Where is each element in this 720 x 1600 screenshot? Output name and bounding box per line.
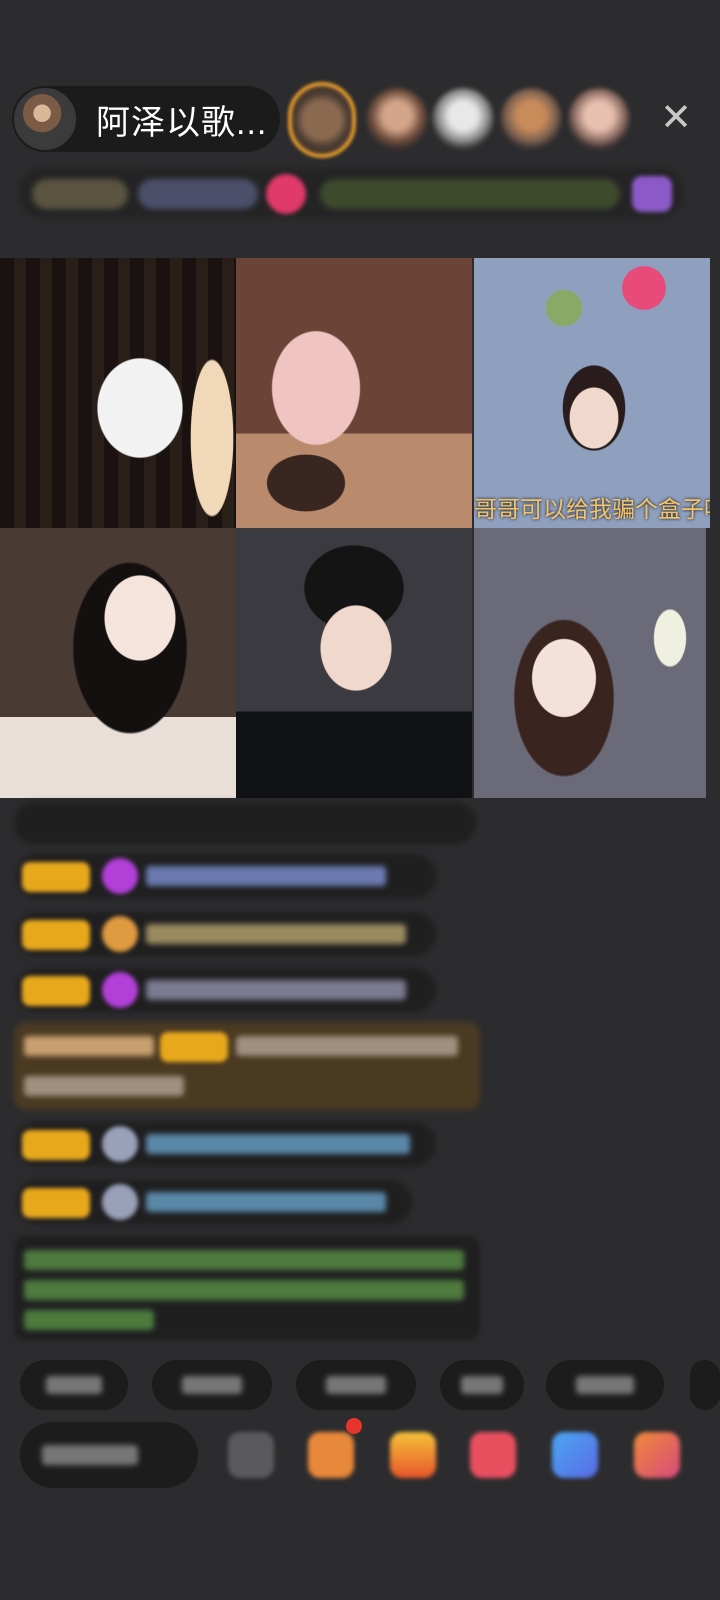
chat-text xyxy=(146,980,406,1000)
host-avatar[interactable] xyxy=(14,88,76,150)
notice-text xyxy=(24,1310,154,1330)
level-badge xyxy=(22,920,90,950)
gem-icon xyxy=(102,972,138,1008)
chat-input[interactable] xyxy=(20,1422,198,1488)
quick-reply-chip[interactable] xyxy=(440,1360,524,1410)
close-icon[interactable]: ✕ xyxy=(658,99,694,137)
level-badge xyxy=(22,976,90,1006)
quick-reply-chip[interactable] xyxy=(152,1360,272,1410)
notification-dot xyxy=(346,1418,362,1434)
chat-text xyxy=(146,924,406,944)
red-packet-icon[interactable] xyxy=(470,1432,516,1478)
quick-reply-chip[interactable] xyxy=(690,1360,720,1410)
stat-chip[interactable] xyxy=(32,179,128,209)
host-info-pill[interactable]: 阿泽以歌... xyxy=(12,86,280,152)
video-tile-3[interactable]: 哥哥可以给我骗个盒子吗 xyxy=(474,258,710,528)
medal-icon xyxy=(102,916,138,952)
video-tile-2[interactable] xyxy=(236,258,472,528)
chat-bubble-icon[interactable] xyxy=(552,1432,598,1478)
viewer-avatar[interactable] xyxy=(500,88,562,150)
host-name: 阿泽以歌... xyxy=(96,103,268,142)
video-tile-1[interactable] xyxy=(0,258,236,528)
heart-icon[interactable] xyxy=(266,174,306,214)
viewer-avatar[interactable] xyxy=(432,88,494,150)
video-tile-6[interactable] xyxy=(474,528,706,798)
more-icon[interactable] xyxy=(228,1432,274,1478)
chat-message xyxy=(14,802,476,844)
chat-text xyxy=(146,1192,386,1212)
chat-text xyxy=(236,1036,458,1056)
quick-reply-chip[interactable] xyxy=(20,1360,128,1410)
notice-text xyxy=(24,1250,464,1270)
viewer-avatar[interactable] xyxy=(366,88,428,150)
stat-chip[interactable] xyxy=(138,179,258,209)
chat-text xyxy=(146,866,386,886)
video-tile-4[interactable] xyxy=(0,528,236,798)
tile-caption: 哥哥可以给我骗个盒子吗 xyxy=(474,496,710,522)
chat-text xyxy=(24,1076,184,1096)
avatar-icon xyxy=(102,1126,138,1162)
gem-icon xyxy=(102,858,138,894)
viewer-avatar[interactable] xyxy=(568,88,630,150)
gift-icon[interactable] xyxy=(390,1432,436,1478)
level-badge xyxy=(22,1130,90,1160)
level-badge xyxy=(22,862,90,892)
quick-reply-chip[interactable] xyxy=(546,1360,664,1410)
rank-ticker[interactable] xyxy=(320,179,620,209)
chat-text xyxy=(24,1036,154,1056)
video-tile-5[interactable] xyxy=(236,528,472,798)
gift-box-icon[interactable] xyxy=(308,1432,354,1478)
level-badge xyxy=(22,1188,90,1218)
quick-reply-chip[interactable] xyxy=(296,1360,416,1410)
notice-text xyxy=(24,1280,464,1300)
activity-icon[interactable] xyxy=(632,176,672,212)
chat-text xyxy=(146,1134,410,1154)
grid-icon[interactable] xyxy=(634,1432,680,1478)
top-viewer-avatar[interactable] xyxy=(288,82,356,158)
avatar-icon xyxy=(102,1184,138,1220)
level-badge xyxy=(160,1032,228,1062)
